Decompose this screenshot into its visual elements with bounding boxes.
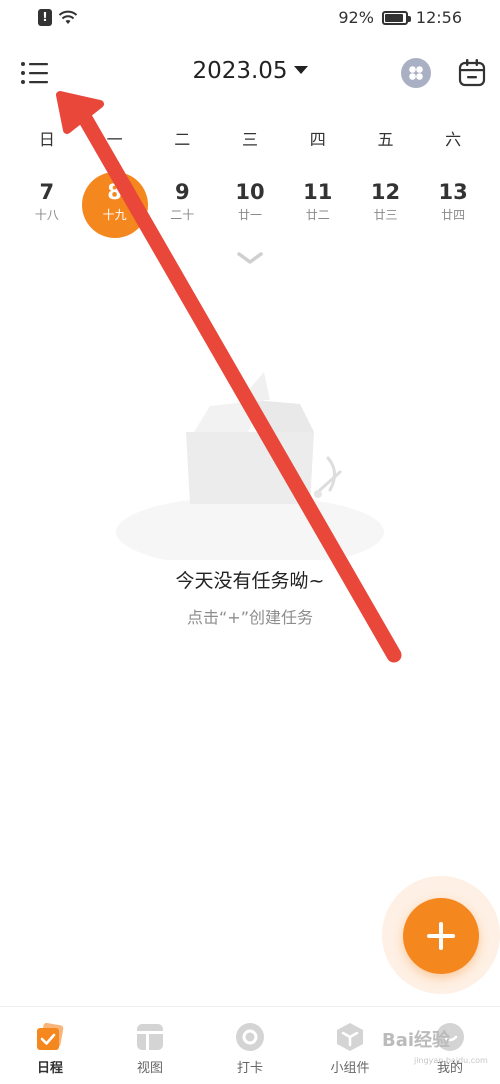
dropdown-caret-icon — [293, 66, 308, 74]
nav-item-checkin[interactable]: 打卡 — [200, 1007, 300, 1084]
expand-calendar-button[interactable] — [236, 250, 264, 266]
month-label: 2023.05 — [192, 58, 288, 84]
nav-item-view[interactable]: 视图 — [100, 1007, 200, 1084]
header: 2023.05 — [0, 48, 500, 100]
lunar-date: 廿三 — [373, 208, 398, 222]
weekday-label: 三 — [242, 130, 259, 149]
battery-percent: 92% — [338, 8, 374, 27]
view-switch-button[interactable] — [401, 58, 431, 88]
nav-label: 日程 — [36, 1061, 63, 1076]
date-cell[interactable]: 11 廿二 — [284, 172, 352, 238]
date-number: 11 — [303, 180, 333, 204]
calendar-button[interactable] — [458, 58, 486, 88]
date-cell[interactable]: 7 十八 — [13, 172, 81, 238]
wifi-icon — [58, 10, 78, 24]
date-number: 10 — [235, 180, 265, 204]
plus-icon — [427, 922, 455, 950]
chevron-down-icon — [237, 252, 263, 264]
lunar-date: 二十 — [170, 208, 195, 222]
date-cell[interactable]: 12 廿三 — [352, 172, 420, 238]
weekday-row: 日 一 二 三 四 五 六 — [13, 126, 487, 150]
weekday-label: 五 — [377, 130, 394, 149]
status-left: ! — [38, 9, 78, 26]
empty-state-title: 今天没有任务呦~ — [175, 570, 325, 592]
lunar-date: 十九 — [102, 208, 127, 222]
battery-icon — [381, 10, 411, 25]
date-number: 9 — [174, 180, 190, 204]
date-number: 8 — [107, 180, 122, 204]
watermark-url: jingyan.baidu.com — [414, 1056, 488, 1065]
add-task-button[interactable] — [403, 898, 479, 974]
battery-fill — [384, 13, 404, 22]
date-number: 13 — [438, 180, 468, 204]
watermark-text: Bai经验 — [382, 1030, 451, 1051]
sim-alert-icon: ! — [38, 9, 52, 26]
lunar-date: 廿四 — [441, 208, 466, 222]
date-number: 12 — [370, 180, 401, 204]
weekday-label: 二 — [174, 130, 191, 149]
weekday-label: 六 — [445, 130, 462, 149]
view-icon — [137, 1024, 163, 1050]
status-bar: ! 92% 12:56 — [0, 0, 500, 38]
date-number: 7 — [39, 180, 55, 204]
empty-state-hint: 点击“+”创建任务 — [187, 608, 313, 627]
date-cell[interactable]: 8 十九 — [81, 172, 149, 238]
calendar-icon — [458, 59, 486, 87]
lunar-date: 廿二 — [305, 208, 330, 222]
lunar-date: 十八 — [34, 208, 59, 222]
nav-label: 视图 — [136, 1061, 163, 1076]
watermark: Bai经验 jingyan.baidu.com — [382, 1026, 492, 1076]
weekday-label: 四 — [309, 130, 326, 149]
date-cell[interactable]: 13 廿四 — [419, 172, 487, 238]
clock: 12:56 — [415, 8, 462, 27]
date-row: 7 十八 8 十九 9 二十 10 廿一 11 廿二 12 廿三 13 廿四 — [13, 172, 487, 238]
empty-state-illustration — [114, 360, 386, 568]
checkin-icon — [236, 1023, 264, 1051]
weekday-label: 日 — [38, 130, 55, 149]
schedule-icon — [37, 1022, 64, 1050]
lunar-date: 廿一 — [238, 208, 263, 222]
weekday-label: 一 — [106, 130, 123, 149]
empty-box-icon — [116, 372, 384, 568]
date-cell[interactable]: 10 廿一 — [216, 172, 284, 238]
status-right: 92% 12:56 — [338, 8, 462, 27]
widget-icon — [337, 1023, 363, 1051]
nav-item-schedule[interactable]: 日程 — [0, 1007, 100, 1084]
nav-label: 打卡 — [236, 1061, 263, 1076]
date-cell[interactable]: 9 二十 — [148, 172, 216, 238]
view-switch-icon — [409, 66, 423, 80]
